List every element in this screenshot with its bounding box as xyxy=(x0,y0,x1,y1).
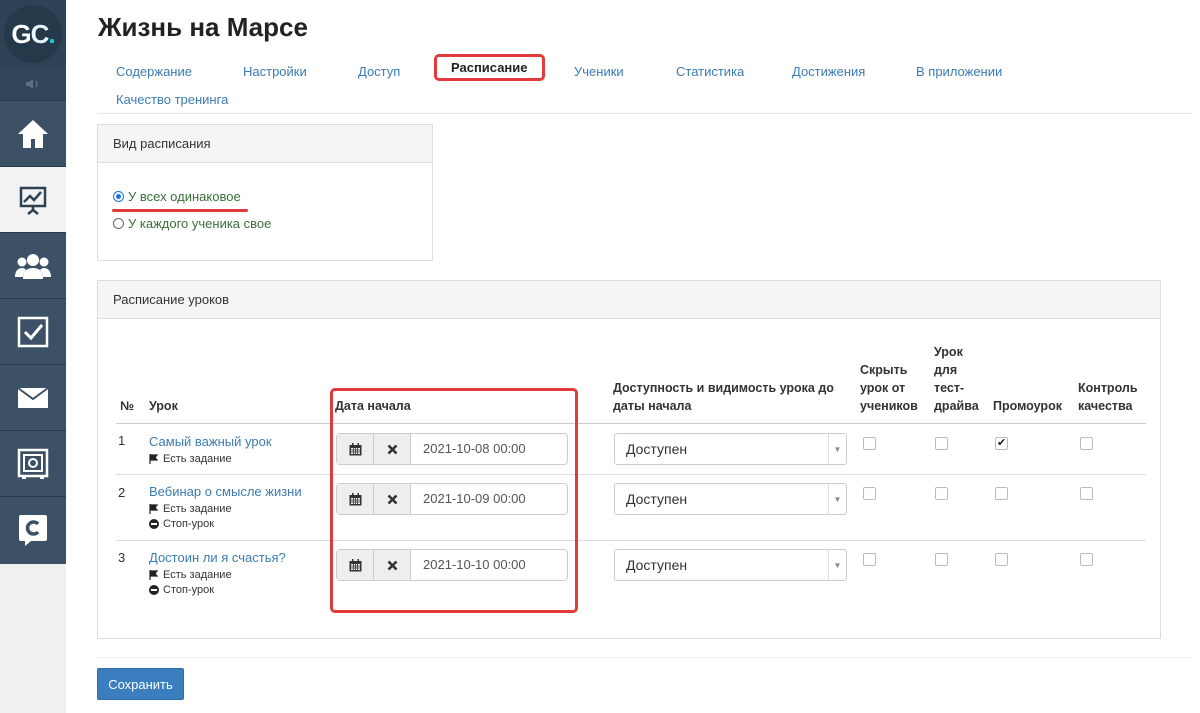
speaker-icon[interactable] xyxy=(0,68,66,100)
tab-schedule[interactable]: Расписание xyxy=(434,54,545,81)
chat-icon xyxy=(19,514,47,546)
stop-icon xyxy=(149,519,159,529)
col-lesson: Урок xyxy=(149,399,178,413)
testdrive-checkbox[interactable] xyxy=(935,437,948,450)
row-divider xyxy=(116,474,1146,475)
promo-checkbox[interactable] xyxy=(995,436,1008,450)
lesson-meta-task: Есть задание xyxy=(149,569,232,581)
stop-icon xyxy=(149,585,159,595)
tab-content[interactable]: Содержание xyxy=(116,64,192,79)
radio-same-for-all[interactable]: У всех одинаковое xyxy=(113,189,241,204)
page-title: Жизнь на Марсе xyxy=(98,12,308,42)
tab-access[interactable]: Доступ xyxy=(358,64,400,79)
safe-icon xyxy=(17,448,49,479)
radio-button[interactable] xyxy=(113,218,124,229)
availability-select-2[interactable]: Доступен ▼ xyxy=(614,483,847,515)
col-availability: Доступность и видимость урока до даты на… xyxy=(613,381,834,413)
radio-label: У каждого ученика свое xyxy=(128,216,272,231)
availability-select-3[interactable]: Доступен ▼ xyxy=(614,549,847,581)
divider xyxy=(97,657,1191,658)
logo-mark: GC. xyxy=(4,5,62,63)
testdrive-checkbox[interactable] xyxy=(935,553,948,566)
sidebar-item-home[interactable] xyxy=(0,100,66,166)
testdrive-checkbox[interactable] xyxy=(935,487,948,500)
highlight-underline xyxy=(112,209,248,212)
date-column-highlight xyxy=(330,388,578,613)
sidebar-item-training[interactable] xyxy=(0,166,66,232)
row-number: 1 xyxy=(118,433,126,448)
save-button[interactable]: Сохранить xyxy=(97,668,184,700)
sidebar-bottom xyxy=(0,564,66,713)
flag-icon xyxy=(149,570,159,580)
flag-icon xyxy=(149,504,159,514)
sidebar-item-safe[interactable] xyxy=(0,430,66,496)
quality-checkbox[interactable] xyxy=(1080,553,1093,566)
col-num: № xyxy=(120,399,134,413)
header-divider xyxy=(116,423,1146,424)
tab-in-app[interactable]: В приложении xyxy=(916,64,1002,79)
radio-individual[interactable]: У каждого ученика свое xyxy=(113,216,271,231)
users-icon xyxy=(15,253,51,279)
radio-button[interactable] xyxy=(113,191,124,202)
sidebar: GC. xyxy=(0,0,66,713)
logo[interactable]: GC. xyxy=(0,0,66,68)
schedule-type-heading: Вид расписания xyxy=(98,125,432,163)
sidebar-item-tasks[interactable] xyxy=(0,298,66,364)
sidebar-item-chat[interactable] xyxy=(0,496,66,562)
lesson-link[interactable]: Вебинар о смысле жизни xyxy=(149,484,302,499)
chevron-down-icon: ▼ xyxy=(828,550,846,580)
col-promo: Промоурок xyxy=(993,399,1062,413)
tab-achievements[interactable]: Достижения xyxy=(792,64,865,79)
chevron-down-icon: ▼ xyxy=(828,484,846,514)
radio-label: У всех одинаковое xyxy=(128,189,241,204)
flag-icon xyxy=(149,454,159,464)
schedule-type-panel: Вид расписания У всех одинаковое У каждо… xyxy=(97,124,433,261)
col-testdrive: Урок для тест-драйва xyxy=(934,345,979,413)
sidebar-item-users[interactable] xyxy=(0,232,66,298)
col-hide: Скрыть урок от учеников xyxy=(860,363,918,413)
hide-checkbox[interactable] xyxy=(863,487,876,500)
row-number: 2 xyxy=(118,485,126,500)
chart-icon xyxy=(19,186,47,215)
row-number: 3 xyxy=(118,550,126,565)
lesson-meta-task: Есть задание xyxy=(149,503,232,515)
promo-checkbox[interactable] xyxy=(995,553,1008,566)
lesson-meta-task: Есть задание xyxy=(149,453,232,465)
sidebar-item-mail[interactable] xyxy=(0,364,66,430)
tab-statistics[interactable]: Статистика xyxy=(676,64,744,79)
availability-select-1[interactable]: Доступен ▼ xyxy=(614,433,847,465)
lessons-schedule-panel: Расписание уроков № Урок Дата начала Дос… xyxy=(97,280,1161,639)
tab-students[interactable]: Ученики xyxy=(574,64,624,79)
tab-bar: Содержание Настройки Доступ Расписание У… xyxy=(98,54,1192,114)
promo-checkbox[interactable] xyxy=(995,487,1008,500)
tab-training-quality[interactable]: Качество тренинга xyxy=(116,92,228,107)
quality-checkbox[interactable] xyxy=(1080,487,1093,500)
col-quality: Контроль качества xyxy=(1078,381,1138,413)
lesson-link[interactable]: Самый важный урок xyxy=(149,434,272,449)
hide-checkbox[interactable] xyxy=(863,437,876,450)
lesson-meta-stop: Стоп-урок xyxy=(149,584,214,596)
chevron-down-icon: ▼ xyxy=(828,434,846,464)
tab-settings[interactable]: Настройки xyxy=(243,64,307,79)
home-icon xyxy=(18,119,48,148)
row-divider xyxy=(116,540,1146,541)
main-content: Жизнь на Марсе Содержание Настройки Дост… xyxy=(66,0,1200,713)
lesson-meta-stop: Стоп-урок xyxy=(149,518,214,530)
quality-checkbox[interactable] xyxy=(1080,437,1093,450)
tasks-icon xyxy=(17,316,49,347)
mail-icon xyxy=(17,386,49,408)
hide-checkbox[interactable] xyxy=(863,553,876,566)
lessons-schedule-heading: Расписание уроков xyxy=(98,281,1160,319)
lesson-link[interactable]: Достоин ли я счастья? xyxy=(149,550,286,565)
